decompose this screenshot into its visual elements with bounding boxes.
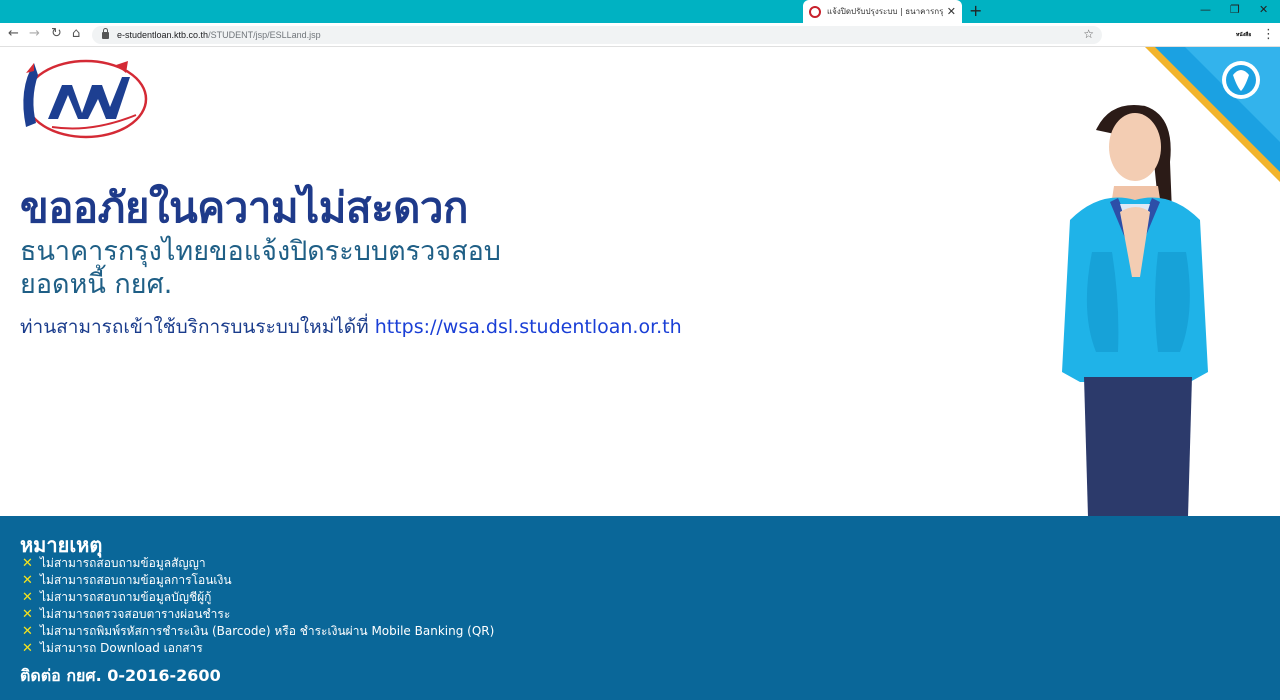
address-bar[interactable]: e-studentloan.ktb.co.th /STUDENT/jsp/ESL… (92, 26, 1102, 44)
lock-icon (102, 27, 109, 39)
new-system-link[interactable]: https://wsa.dsl.studentloan.or.th (375, 316, 682, 338)
notes-list: ✕ ไม่สามารถสอบถามข้อมูลสัญญา ✕ ไม่สามารถสอ… (22, 555, 494, 657)
note-item: ✕ ไม่สามารถสอบถามข้อมูลการโอนเงิน (22, 572, 494, 589)
staff-woman-illustration (1062, 105, 1208, 517)
window-close-icon[interactable]: ✕ (1259, 3, 1268, 16)
note-item: ✕ ไม่สามารถพิมพ์รหัสการชำระเงิน (Barcode)… (22, 623, 494, 640)
cross-icon: ✕ (22, 573, 33, 588)
new-system-notice: ท่านสามารถเข้าใช้บริการบนระบบใหม่ได้ที่ … (20, 312, 682, 342)
notes-footer: หมายเหตุ ✕ ไม่สามารถสอบถามข้อมูลสัญญา ✕ ไม… (0, 516, 1280, 700)
studentloan-fund-logo (23, 59, 148, 139)
note-item: ✕ ไม่สามารถ Download เอกสาร (22, 640, 494, 657)
profile-button[interactable]: หนังสือ (1236, 31, 1251, 39)
restore-icon[interactable]: ❐ (1230, 3, 1240, 16)
note-text: ไม่สามารถ Download เอกสาร (40, 641, 203, 655)
note-item: ✕ ไม่สามารถตรวจสอบตารางผ่อนชำระ (22, 606, 494, 623)
new-tab-plus-icon[interactable]: + (969, 2, 982, 20)
notice-text: ท่านสามารถเข้าใช้บริการบนระบบใหม่ได้ที่ (20, 316, 375, 338)
cross-icon: ✕ (22, 624, 33, 639)
tab-close-icon[interactable]: ✕ (947, 5, 956, 18)
back-arrow-icon[interactable]: ← (8, 26, 19, 42)
tab-title: แจ้งปิดปรับปรุงระบบ | ธนาคารกรุงไทย (827, 7, 943, 16)
kebab-menu-icon[interactable]: ⋮ (1262, 27, 1275, 42)
browser-tab-active[interactable]: แจ้งปิดปรับปรุงระบบ | ธนาคารกรุงไทย ✕ (803, 0, 962, 23)
cross-icon: ✕ (22, 556, 33, 571)
reload-icon[interactable]: ↻ (51, 26, 62, 42)
contact-phone: ติดต่อ กยศ. 0-2016-2600 (20, 666, 221, 685)
minimize-icon[interactable]: — (1200, 3, 1211, 16)
bookmark-star-icon[interactable]: ☆ (1083, 27, 1094, 41)
url-path: /STUDENT/jsp/ESLLand.jsp (208, 30, 321, 40)
browser-tab-bar: แจ้งปิดปรับปรุงระบบ | ธนาคารกรุงไทย ✕ + … (0, 0, 1280, 23)
url-host: e-studentloan.ktb.co.th (117, 30, 209, 40)
cross-icon: ✕ (22, 641, 33, 656)
tab-favicon-icon (809, 5, 821, 18)
forward-arrow-icon[interactable]: → (29, 26, 40, 42)
cross-icon: ✕ (22, 607, 33, 622)
note-item: ✕ ไม่สามารถสอบถามข้อมูลสัญญา (22, 555, 494, 572)
cross-icon: ✕ (22, 590, 33, 605)
note-item: ✕ ไม่สามารถสอบถามข้อมูลบัญชีผู้กู้ (22, 589, 494, 606)
home-icon[interactable]: ⌂ (72, 26, 80, 42)
page-subtitle-line2: ยอดหนี้ กยศ. (20, 269, 173, 300)
browser-toolbar: ← → ↻ ⌂ e-studentloan.ktb.co.th /STUDENT… (0, 23, 1280, 47)
